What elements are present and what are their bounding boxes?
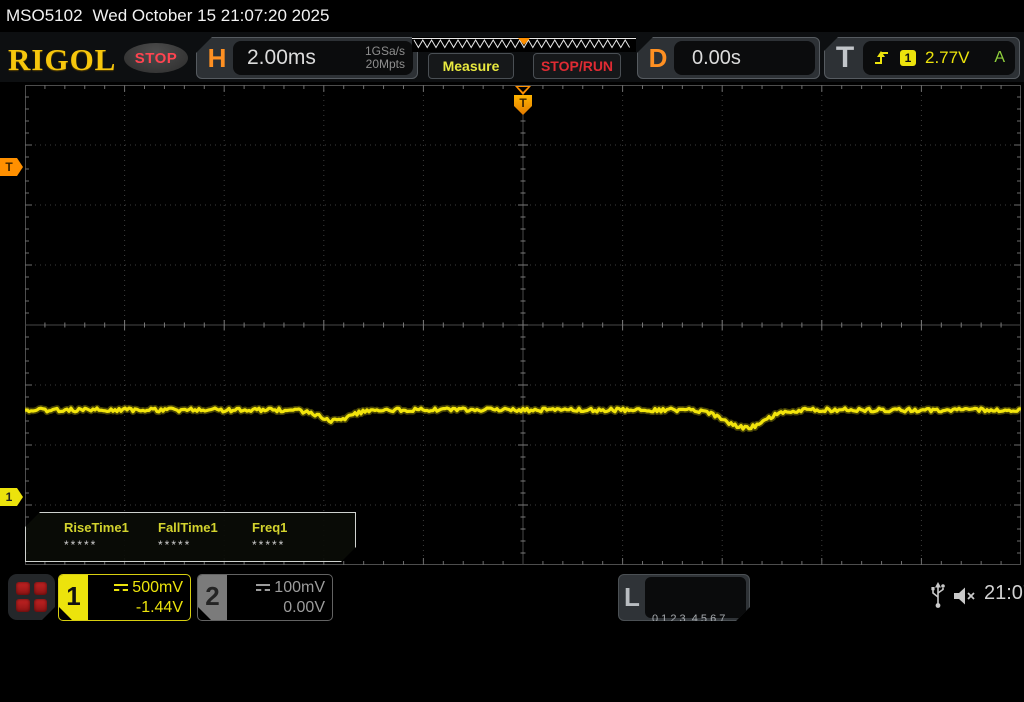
sample-rate-block: 1GSa/s 20Mpts [365, 45, 413, 71]
memory-depth-value: 20Mpts [365, 57, 405, 71]
horizontal-inset: 2.00ms 1GSa/s 20Mpts [233, 41, 413, 75]
stop-run-button[interactable]: STOP/RUN [533, 53, 621, 79]
red-tile-icon [34, 582, 48, 595]
horizontal-badge: H [207, 42, 227, 73]
channel1-values: 500mV -1.44V [88, 575, 190, 620]
clock: 21:07 [984, 582, 1024, 604]
datetime-text: Wed October 15 21:07:20 2025 [92, 6, 330, 25]
memory-waveform-icon [412, 38, 636, 49]
logic-channel-numbers: 0 1 2 3 4 5 6 7 8 9 1011 12131415 [645, 577, 746, 618]
channel1-offset: -1.44V [135, 599, 183, 616]
timebase-value: 2.00ms [247, 46, 316, 69]
waveform-display-area[interactable] [23, 85, 1023, 565]
red-tile-icon [16, 582, 30, 595]
channel2-offset: 0.00V [283, 599, 325, 616]
measurement-label: RiseTime1 [64, 520, 129, 535]
acquisition-status-indicator: STOP [124, 43, 188, 73]
dc-coupling-icon [114, 584, 129, 592]
title-bar: MSO5102 Wed October 15 21:07:20 2025 [0, 0, 1024, 32]
trigger-settings-panel[interactable]: T 1 2.77V A [824, 37, 1020, 79]
dc-coupling-icon [256, 584, 271, 592]
channel2-panel[interactable]: 2 100mV 0.00V [197, 574, 333, 621]
horizontal-position-indicator[interactable] [412, 37, 636, 52]
red-tile-icon [34, 599, 48, 612]
measurement-value: ***** [64, 538, 98, 552]
grid-menu-button[interactable] [8, 574, 55, 620]
speaker-muted-icon[interactable] [953, 585, 979, 607]
measurement-results-box[interactable]: RiseTime1 ***** FallTime1 ***** Freq1 **… [25, 512, 356, 562]
red-tile-icon [16, 599, 30, 612]
measurement-item: Freq1 ***** [252, 513, 346, 561]
measurement-item: FallTime1 ***** [158, 513, 252, 561]
logic-row2: 8 9 1011 12131415 [652, 658, 746, 670]
channel1-ground-marker[interactable]: 1 [0, 488, 23, 506]
delay-settings-panel[interactable]: D 0.00s [637, 37, 820, 79]
logic-row1: 0 1 2 3 4 5 6 7 [652, 613, 726, 625]
trigger-level-marker[interactable]: T [0, 158, 23, 176]
channel2-values: 100mV 0.00V [227, 575, 332, 620]
measurement-item: RiseTime1 ***** [64, 513, 158, 561]
oscilloscope-screen: MSO5102 Wed October 15 21:07:20 2025 RIG… [0, 0, 1024, 630]
delay-inset: 0.00s [674, 41, 815, 75]
delay-value: 0.00s [692, 46, 741, 69]
trigger-level-value: 2.77V [925, 48, 970, 67]
measurement-value: ***** [158, 538, 192, 552]
trigger-inset: 1 2.77V A [863, 41, 1015, 75]
channel1-panel[interactable]: 1 500mV -1.44V [58, 574, 191, 621]
measurement-label: Freq1 [252, 520, 288, 535]
toolbar: RIGOL STOP H 2.00ms 1GSa/s 20Mpts Measur… [0, 32, 1024, 82]
measure-button[interactable]: Measure [428, 53, 514, 79]
delay-badge: D [648, 42, 668, 73]
trigger-source-badge: 1 [900, 50, 916, 66]
horizontal-settings-panel[interactable]: H 2.00ms 1GSa/s 20Mpts [196, 37, 418, 79]
trigger-mode: A [994, 49, 1005, 66]
rigol-logo: RIGOL [8, 42, 117, 77]
channel1-number-tab: 1 [59, 575, 88, 620]
model-name: MSO5102 [6, 6, 83, 25]
usb-icon [931, 582, 945, 608]
graticule-and-trace [23, 85, 1023, 565]
trigger-slope-icon [875, 51, 888, 64]
channel2-number-tab: 2 [198, 575, 227, 620]
status-bar: 1 500mV -1.44V 2 100mV 0.00V L 0 1 2 3 4… [0, 565, 1024, 630]
channel2-scale: 100mV [274, 579, 325, 596]
measurement-label: FallTime1 [158, 520, 218, 535]
trigger-badge: T [835, 41, 855, 74]
channel1-scale: 500mV [132, 579, 183, 596]
logic-badge: L [624, 582, 640, 612]
measurement-value: ***** [252, 538, 286, 552]
logic-channels-panel[interactable]: L 0 1 2 3 4 5 6 7 8 9 1011 12131415 [618, 574, 750, 621]
